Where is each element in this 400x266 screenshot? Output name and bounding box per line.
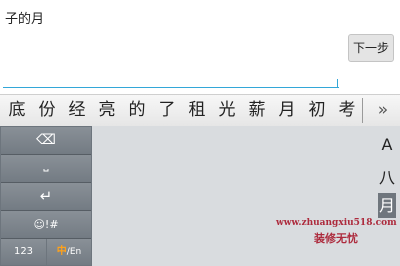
candidate-item[interactable]: 亮 xyxy=(92,95,122,126)
candidate-item[interactable]: 底 xyxy=(2,95,32,126)
candidate-item[interactable]: 光 xyxy=(212,95,242,126)
enter-key[interactable]: ↵ xyxy=(1,183,91,211)
lang-en-label: /En xyxy=(66,247,82,257)
index-item[interactable]: A xyxy=(378,135,396,154)
function-keys: ⌫ ⎵ ↵ ☺!# 123 中/En xyxy=(0,126,92,266)
next-step-button[interactable]: 下一步 xyxy=(348,34,394,62)
watermark-url: www.zhuangxiu518.com xyxy=(276,218,397,228)
index-item[interactable]: 八 xyxy=(378,164,396,188)
candidate-item[interactable]: 考 xyxy=(332,95,362,126)
candidate-list: 底 份 经 亮 的 了 租 光 薪 月 初 考 xyxy=(2,95,362,126)
candidate-item[interactable]: 月 xyxy=(272,95,302,126)
expand-candidates-icon[interactable]: » xyxy=(366,95,400,126)
input-underline xyxy=(3,87,339,88)
space-icon: ⎵ xyxy=(43,157,49,172)
candidate-item[interactable]: 薪 xyxy=(242,95,272,126)
candidate-item[interactable]: 份 xyxy=(32,95,62,126)
candidate-bar: 底 份 经 亮 的 了 租 光 薪 月 初 考 » xyxy=(0,94,400,127)
symbol-key-label: ☺!# xyxy=(33,218,59,231)
candidate-item[interactable]: 初 xyxy=(302,95,332,126)
symbol-key[interactable]: ☺!# xyxy=(1,211,91,239)
keyboard: ⌫ ⎵ ↵ ☺!# 123 中/En A 八 月 www.zhuangxiu51… xyxy=(0,126,400,266)
watermark-text: 装修无忧 xyxy=(314,232,358,245)
typed-text: 子的月 xyxy=(5,12,45,27)
delete-key[interactable]: ⌫ xyxy=(1,127,91,155)
lang-zh-label: 中 xyxy=(56,246,67,257)
candidate-item[interactable]: 了 xyxy=(152,95,182,126)
backspace-icon: ⌫ xyxy=(36,132,56,148)
input-underline-end xyxy=(337,79,338,88)
space-key[interactable]: ⎵ xyxy=(1,155,91,183)
number-key[interactable]: 123 xyxy=(1,239,46,265)
candidate-item[interactable]: 租 xyxy=(182,95,212,126)
watermark: www.zhuangxiu518.com 装修无忧 xyxy=(276,218,397,246)
enter-icon: ↵ xyxy=(39,187,53,205)
index-item-selected[interactable]: 月 xyxy=(378,193,396,218)
candidate-item[interactable]: 的 xyxy=(122,95,152,126)
language-switch-key[interactable]: 中/En xyxy=(47,239,91,265)
text-input-area[interactable]: 子的月 下一步 xyxy=(0,0,400,94)
candidate-item[interactable]: 经 xyxy=(62,95,92,126)
candidate-divider xyxy=(362,98,363,123)
number-key-label: 123 xyxy=(13,246,34,257)
